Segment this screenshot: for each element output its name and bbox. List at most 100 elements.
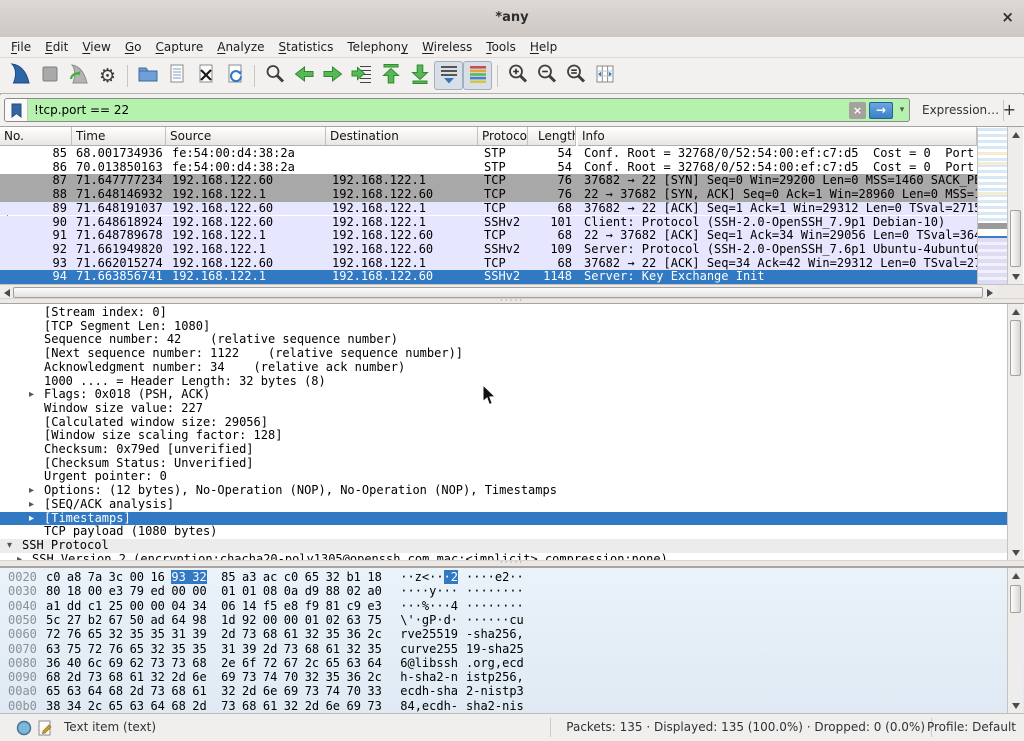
zoom-in-button[interactable] [503, 61, 532, 90]
packet-row-85[interactable]: 8568.001734936fe:54:00:d4:38:2aSTP54Conf… [0, 147, 977, 161]
packet-row-87[interactable]: 8771.647777234192.168.122.60192.168.122.… [0, 174, 977, 188]
packet-row-89[interactable]: 8971.648191037192.168.122.60192.168.122.… [0, 202, 977, 216]
reload-file-button[interactable] [220, 61, 249, 90]
menu-wireless[interactable]: Wireless [415, 37, 479, 57]
packet-row-91[interactable]: 9171.648789678192.168.122.1192.168.122.6… [0, 229, 977, 243]
capture-comment-icon[interactable] [38, 720, 53, 739]
hex-row-00a0[interactable]: 00a0656364682d736861322d6e6973747033ecdh… [8, 684, 524, 698]
detail-line[interactable]: ▸Options: (12 bytes), No-Operation (NOP)… [0, 484, 1007, 498]
detail-line[interactable]: [Checksum Status: Unverified] [0, 457, 1007, 471]
column-header-source[interactable]: Source [166, 127, 326, 146]
detail-line[interactable]: Acknowledgment number: 34 (relative ack … [0, 361, 1007, 375]
column-header-no[interactable]: No. [0, 127, 72, 146]
save-file-button[interactable] [162, 61, 191, 90]
detail-line[interactable]: ▾SSH Protocol [0, 539, 1007, 553]
menu-go[interactable]: Go [118, 37, 149, 57]
stop-capture-button[interactable] [35, 61, 64, 90]
detail-line[interactable]: [Next sequence number: 1122 (relative se… [0, 347, 1007, 361]
expert-info-icon[interactable] [16, 720, 32, 739]
expand-icon[interactable]: ▸ [29, 512, 34, 526]
expand-icon[interactable]: ▸ [17, 553, 22, 560]
menu-view[interactable]: View [75, 37, 117, 57]
detail-line[interactable]: Sequence number: 42 (relative sequence n… [0, 333, 1007, 347]
scrollbar-thumb[interactable] [1010, 585, 1021, 613]
menu-help[interactable]: Help [523, 37, 564, 57]
expression-button[interactable]: Expression… [922, 95, 999, 126]
menu-analyze[interactable]: Analyze [210, 37, 271, 57]
hex-row-0050[interactable]: 00505c27b26750ad64981d92000001026375\'·g… [8, 613, 524, 627]
packet-row-90[interactable]: 9071.648618924192.168.122.60192.168.122.… [0, 216, 977, 230]
go-to-last-packet-button[interactable] [405, 61, 434, 90]
go-to-first-packet-button[interactable] [376, 61, 405, 90]
close-icon[interactable]: × [1001, 8, 1014, 26]
scroll-up-icon[interactable] [1008, 128, 1024, 141]
column-header-info[interactable]: Info [578, 127, 977, 146]
detail-line[interactable]: Window size value: 227 [0, 402, 1007, 416]
packet-row-86[interactable]: 8670.013850163fe:54:00:d4:38:2aSTP54Conf… [0, 161, 977, 175]
start-capture-button[interactable] [6, 61, 35, 90]
detail-line[interactable]: ▸[Timestamps] [0, 512, 1007, 526]
profile-label[interactable]: Profile: Default [927, 714, 1016, 741]
menu-tools[interactable]: Tools [479, 37, 523, 57]
detail-line[interactable]: TCP payload (1080 bytes) [0, 525, 1007, 539]
hex-row-0090[interactable]: 0090682d736861322d6e697374703235362ch-sh… [8, 670, 524, 684]
detail-line[interactable]: ▸Flags: 0x018 (PSH, ACK) [0, 388, 1007, 402]
menu-capture[interactable]: Capture [148, 37, 210, 57]
filter-input[interactable] [28, 100, 849, 120]
packet-row-88[interactable]: 8871.648146932192.168.122.1192.168.122.6… [0, 188, 977, 202]
filter-dropdown-icon[interactable]: ▾ [895, 105, 909, 115]
detail-line[interactable]: [Stream index: 0] [0, 306, 1007, 320]
auto-scroll-toggle[interactable] [434, 61, 463, 90]
zoom-out-button[interactable] [532, 61, 561, 90]
scroll-down-icon[interactable] [1008, 699, 1024, 712]
resize-columns-button[interactable] [590, 61, 619, 90]
column-header-time[interactable]: Time [72, 127, 166, 146]
detail-line[interactable]: [TCP Segment Len: 1080] [0, 320, 1007, 334]
pane-splitter[interactable]: ····· [0, 560, 1024, 567]
hex-row-0030[interactable]: 0030801800e379ed00000101080ad98802a0····… [8, 584, 524, 598]
scroll-up-icon[interactable] [1008, 305, 1024, 318]
hex-row-0070[interactable]: 0070637572766532353531392d7368613235curv… [8, 642, 524, 656]
colorize-toggle[interactable] [463, 61, 492, 90]
scrollbar-thumb[interactable] [13, 287, 983, 298]
scrollbar-thumb[interactable] [1010, 320, 1021, 376]
detail-line[interactable]: ▸[SEQ/ACK analysis] [0, 498, 1007, 512]
detail-line[interactable]: 1000 .... = Header Length: 32 bytes (8) [0, 375, 1007, 389]
detail-line[interactable]: [Window size scaling factor: 128] [0, 429, 1007, 443]
add-filter-button[interactable]: + [1003, 95, 1016, 124]
collapse-icon[interactable]: ▾ [7, 539, 12, 553]
filter-bookmark-icon[interactable] [5, 99, 28, 121]
detail-line[interactable]: Checksum: 0x79ed [unverified] [0, 443, 1007, 457]
menu-statistics[interactable]: Statistics [272, 37, 341, 57]
detail-line[interactable]: [Calculated window size: 29056] [0, 416, 1007, 430]
menu-file[interactable]: File [4, 37, 38, 57]
filter-apply-icon[interactable]: → [869, 102, 893, 119]
filter-clear-icon[interactable]: × [849, 102, 866, 119]
menu-edit[interactable]: Edit [38, 37, 75, 57]
packet-row-92[interactable]: 9271.661949820192.168.122.1192.168.122.6… [0, 243, 977, 257]
scroll-down-icon[interactable] [1008, 270, 1024, 283]
go-to-packet-button[interactable] [347, 61, 376, 90]
hex-row-0020[interactable]: 0020c0a87a3c0016933285a3acc06532b118··z<… [8, 570, 524, 584]
hex-row-0060[interactable]: 006072766532353531392d7368613235362crve2… [8, 627, 524, 641]
go-forward-button[interactable] [318, 61, 347, 90]
packet-list-minimap[interactable] [977, 128, 1008, 284]
expand-icon[interactable]: ▸ [29, 484, 34, 498]
restart-capture-button[interactable] [64, 61, 93, 90]
display-filter-field[interactable]: × → ▾ [4, 98, 910, 122]
find-packet-button[interactable] [260, 61, 289, 90]
scroll-down-icon[interactable] [1008, 546, 1024, 559]
go-back-button[interactable] [289, 61, 318, 90]
title-bar[interactable]: *any × [0, 0, 1024, 38]
expand-icon[interactable]: ▸ [29, 388, 34, 402]
menu-telephony[interactable]: Telephony [340, 37, 415, 57]
column-header-destination[interactable]: Destination [326, 127, 478, 146]
capture-options-button[interactable]: ⚙ [93, 61, 122, 90]
scrollbar-thumb[interactable] [1010, 210, 1021, 267]
column-header-protocol[interactable]: Protocol [478, 127, 528, 146]
packet-list-vscrollbar[interactable] [1007, 127, 1023, 284]
packet-row-94[interactable]: 9471.663856741192.168.122.1192.168.122.6… [0, 270, 977, 284]
open-file-button[interactable] [133, 61, 162, 90]
detail-line[interactable]: Urgent pointer: 0 [0, 470, 1007, 484]
column-header-length[interactable]: Length [528, 127, 576, 146]
